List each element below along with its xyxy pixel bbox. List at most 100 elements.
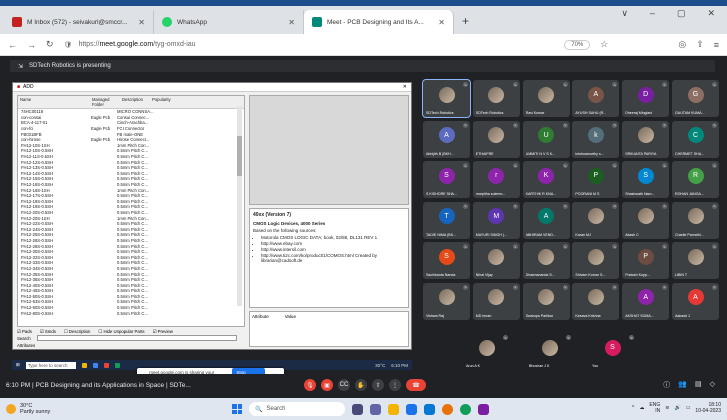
- zoom-badge[interactable]: 70%: [564, 39, 591, 50]
- speaker-icon[interactable]: 🔊: [674, 405, 680, 411]
- close-icon[interactable]: ✕: [288, 18, 295, 27]
- menu-icon[interactable]: ≡: [714, 40, 719, 50]
- participant-tile[interactable]: Ravi Kumar ∿: [522, 80, 570, 117]
- participant-tile[interactable]: D Dheeraj Minglani ∿: [622, 80, 670, 117]
- teams-icon[interactable]: [370, 403, 381, 415]
- activities-icon[interactable]: ◇: [710, 380, 715, 390]
- windows-start-icon[interactable]: [232, 404, 242, 414]
- participant-tile[interactable]: Bhushan J K ∿: [526, 333, 573, 370]
- more-options-icon[interactable]: ⋮: [389, 379, 401, 391]
- participant-tile[interactable]: Kesava Krishna ∿: [572, 282, 620, 320]
- raise-hand-icon[interactable]: ✋: [355, 379, 367, 391]
- participant-tile[interactable]: S You ∿: [589, 333, 636, 370]
- close-icon[interactable]: ✕: [403, 84, 407, 90]
- new-tab-button[interactable]: +: [454, 14, 477, 34]
- tree-scrollbar[interactable]: [237, 106, 242, 306]
- col-popularity[interactable]: Popularity: [152, 97, 182, 107]
- col-description[interactable]: Description: [122, 97, 152, 107]
- participant-tile[interactable]: Arun A K ∿: [463, 333, 510, 370]
- participant-tile[interactable]: Vishwa Raj ∿: [423, 282, 470, 320]
- present-icon[interactable]: ⇧: [372, 379, 384, 391]
- participant-tile[interactable]: Charlie Parvathi... ∿: [672, 201, 719, 239]
- participant-tile[interactable]: k krishnamurthy s... ∿: [572, 120, 620, 158]
- info-icon[interactable]: ⓘ: [663, 380, 670, 390]
- participant-tile[interactable]: S S KISHORE SHA... ∿: [423, 161, 470, 198]
- participant-tile[interactable]: SRIKANTA PARIYA ∿: [622, 120, 670, 158]
- clock[interactable]: 18:10 10-04-2023: [695, 402, 721, 414]
- participant-tile[interactable]: T TADIE NIMA (BK... ∿: [423, 201, 470, 239]
- maximize-button[interactable]: ▢: [677, 8, 686, 19]
- participant-tile[interactable]: SDTech Robotics ∿: [422, 79, 471, 118]
- scroll-thumb[interactable]: [237, 136, 242, 176]
- participant-tile[interactable]: Karan MJ ∿: [572, 201, 620, 239]
- end-call-icon[interactable]: ☎: [406, 379, 426, 391]
- language-indicator[interactable]: ENG IN: [649, 402, 660, 414]
- source-item[interactable]: Motorola CMOS LOGIC DATA; book, 02/88, D…: [261, 235, 405, 240]
- participant-tile[interactable]: Shivam Kumar S... ∿: [572, 242, 620, 279]
- forward-icon[interactable]: →: [27, 40, 36, 50]
- participant-tile[interactable]: P Pratosh Kupp... ∿: [622, 242, 670, 279]
- source-item[interactable]: http://www.ebay.com: [261, 241, 405, 246]
- extensions-icon[interactable]: ⇪: [696, 39, 704, 50]
- close-window-button[interactable]: ✕: [707, 8, 715, 19]
- task-view-icon[interactable]: [352, 403, 363, 415]
- app-icon[interactable]: [478, 403, 489, 415]
- participant-tile[interactable]: P POORANI M S ∿: [572, 161, 620, 198]
- tab-gmail[interactable]: M Inbox (572) - seivakurl@smccr... ✕: [4, 10, 154, 34]
- weather-widget[interactable]: 30°C Partly sunny: [0, 403, 50, 415]
- filter-pads[interactable]: ☑ Pads: [17, 329, 32, 335]
- camera-off-icon[interactable]: ▣: [321, 379, 333, 391]
- mic-off-icon[interactable]: 🎙: [304, 379, 316, 391]
- minimize-button[interactable]: –: [650, 8, 655, 19]
- pocket-icon[interactable]: ◎: [678, 39, 686, 50]
- reload-icon[interactable]: ↻: [46, 39, 54, 50]
- participant-tile[interactable]: Swarupa Parlikar ∿: [522, 282, 570, 320]
- participant-tile[interactable]: M MAYURI SINGH (... ∿: [472, 201, 520, 239]
- source-item[interactable]: http://www.intersil.com: [261, 247, 405, 252]
- library-row[interactable]: FH12-80S-0.5SH 0.5mm Pitch C...: [18, 310, 244, 316]
- participant-tile[interactable]: G GAUTAM KUMA... ∿: [672, 80, 719, 117]
- participant-tile[interactable]: S Shashwath Nam... ∿: [622, 161, 670, 198]
- participant-tile[interactable]: Nihal Vijay ∿: [472, 242, 520, 279]
- source-item[interactable]: http://www.ti2c.com/ko/product/1/COMOS.h…: [261, 253, 405, 263]
- participant-tile[interactable]: LIBIN T ∿: [672, 242, 719, 279]
- participant-tile[interactable]: A AYUSH SAHU (R... ∿: [572, 80, 620, 117]
- tab-search-icon[interactable]: ∨: [621, 8, 628, 19]
- firefox-icon[interactable]: [442, 403, 453, 415]
- captions-icon[interactable]: CC: [338, 379, 350, 391]
- participant-tile[interactable]: A ABHIRAM VEND... ∿: [522, 201, 570, 239]
- participant-tile[interactable]: A Abhijith B (BKH... ∿: [423, 120, 470, 158]
- col-name[interactable]: Name: [20, 97, 92, 107]
- participant-tile[interactable]: A Aakash J ∿: [672, 282, 719, 320]
- participant-tile[interactable]: S Sachikanta Nanda ∿: [423, 242, 470, 279]
- close-icon[interactable]: ✕: [438, 18, 445, 27]
- participant-tile[interactable]: SDTech Robotics ∿: [472, 80, 520, 117]
- participant-tile[interactable]: R ROHAN JANGA... ∿: [672, 161, 719, 198]
- participant-tile[interactable]: Akash C ∿: [622, 201, 670, 239]
- url-field[interactable]: 🛡 https://meet.google.com/tyg-omxd-iau: [64, 37, 555, 53]
- tab-whatsapp[interactable]: WhatsApp ✕: [154, 10, 304, 34]
- chrome-icon[interactable]: [460, 403, 471, 415]
- file-explorer-icon[interactable]: [388, 403, 399, 415]
- back-icon[interactable]: ←: [8, 40, 17, 50]
- battery-icon[interactable]: ▭: [686, 405, 691, 411]
- tab-meet[interactable]: Meet - PCB Designing and Its A... ✕: [304, 10, 454, 34]
- participant-tile[interactable]: r rmepitha sulemn... ∿: [472, 161, 520, 198]
- participant-tile[interactable]: Dharmananda S... ∿: [522, 242, 570, 279]
- taskbar-search[interactable]: 🔍 Search: [249, 402, 345, 416]
- participant-tile[interactable]: MD imran ∿: [472, 282, 520, 320]
- cloud-icon[interactable]: ☁: [639, 405, 644, 411]
- bookmark-star-icon[interactable]: ☆: [600, 39, 608, 50]
- store-icon[interactable]: [424, 403, 435, 415]
- participant-tile[interactable]: C CHERMET SHA... ∿: [672, 120, 719, 158]
- participant-tile[interactable]: K KARTHIK R KNA... ∿: [522, 161, 570, 198]
- close-icon[interactable]: ✕: [138, 18, 145, 27]
- people-icon[interactable]: 👥: [678, 380, 687, 390]
- wifi-icon[interactable]: ≋: [665, 405, 669, 411]
- edge-icon[interactable]: [406, 403, 417, 415]
- participant-tile[interactable]: U UMMITI N V S K... ∿: [522, 120, 570, 158]
- col-folder[interactable]: Managed Folder: [92, 97, 122, 107]
- chevron-up-icon[interactable]: ^: [632, 405, 634, 411]
- chat-icon[interactable]: ▤: [695, 380, 702, 390]
- library-search-input[interactable]: [37, 335, 237, 341]
